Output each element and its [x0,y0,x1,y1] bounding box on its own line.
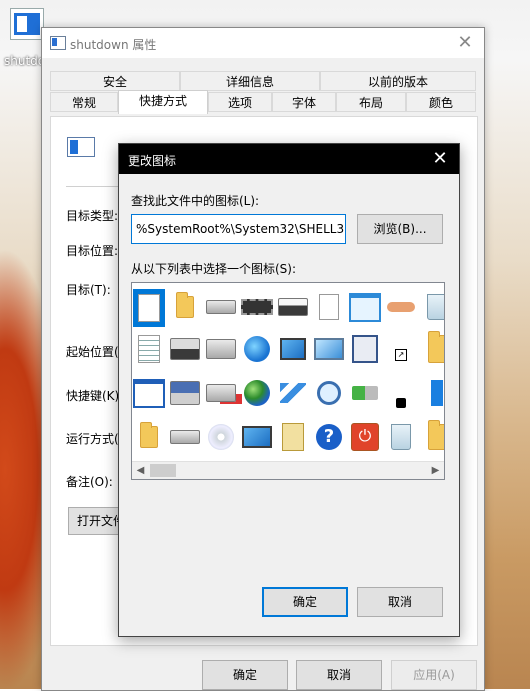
separator [66,186,126,187]
folder-icon[interactable] [133,421,165,453]
disk-drive-icon[interactable] [205,291,237,323]
target-type-label: 目标类型: [66,209,119,223]
tab-general[interactable]: 常规 [50,92,118,112]
desktop-shortcut-label: shutdo [4,54,46,68]
close-icon[interactable]: ✕ [454,32,476,54]
window-icon[interactable] [133,377,165,409]
network-globe-icon[interactable] [277,333,309,365]
keyboard-page-icon[interactable] [277,421,309,453]
folder-key-icon[interactable] [421,420,444,453]
shortcut-window-icon [10,8,44,40]
shortcut-icon [67,137,95,157]
window-settings-icon[interactable] [349,291,381,323]
icon-list[interactable]: ↗ ? ⏻ ◀ ▶ [131,282,445,480]
tab-layout[interactable]: 布局 [336,92,406,112]
shortcut-overlay-icon[interactable]: ↗ [385,339,417,371]
scroll-left-icon[interactable]: ◀ [132,462,149,479]
hand-share-icon[interactable] [385,291,417,323]
window-app-icon [50,36,66,50]
cd-drive-icon[interactable] [205,421,237,453]
close-icon[interactable]: ✕ [429,147,451,171]
blank-document-icon[interactable] [133,289,165,327]
icon-file-path-input[interactable]: %SystemRoot%\System32\SHELL32.dll [131,214,346,244]
apply-button[interactable]: 应用(A) [391,660,477,690]
media-player-icon[interactable] [349,333,381,365]
tab-colors[interactable]: 颜色 [406,92,476,112]
tab-shortcut[interactable]: 快捷方式 [118,90,208,114]
scroll-right-icon[interactable]: ▶ [427,462,444,479]
network-drive-icon[interactable] [205,333,237,365]
camera-overlay-icon[interactable] [385,387,417,419]
tab-details[interactable]: 详细信息 [180,71,320,91]
horizontal-scrollbar[interactable]: ◀ ▶ [132,461,444,479]
target-location-label: 目标位置: [66,244,119,258]
printer-drive-icon[interactable] [277,291,309,323]
browse-button[interactable]: 浏览(B)... [357,214,443,244]
change-icon-dialog: 更改图标 ✕ 查找此文件中的图标(L): %SystemRoot%\System… [118,143,460,637]
floppy-computer-icon[interactable] [169,377,201,409]
recycle-full-icon[interactable] [421,291,444,323]
comment-label: 备注(O): [66,475,113,489]
network-drive-disconnected-icon[interactable] [205,377,237,409]
recycle-bin-icon[interactable] [385,421,417,453]
tab-previous-versions[interactable]: 以前的版本 [320,71,476,91]
search-magnifier-icon[interactable] [313,377,345,409]
hard-drive-icon[interactable] [169,421,201,453]
help-question-icon[interactable]: ? [313,421,345,453]
window-title: shutdown 属性 [70,38,157,52]
monitor-icon[interactable] [241,421,273,453]
text-document-icon[interactable] [133,333,165,365]
tab-options[interactable]: 选项 [208,92,272,112]
folder-icon[interactable] [169,291,201,323]
tab-font[interactable]: 字体 [272,92,336,112]
look-for-label: 查找此文件中的图标(L): [131,194,260,208]
internet-explorer-icon[interactable] [241,333,273,365]
dialog-cancel-button[interactable]: 取消 [357,587,443,617]
dialog-ok-button[interactable]: 确定 [262,587,348,617]
control-panel-icon[interactable] [313,333,345,365]
blue-book-icon[interactable] [421,377,444,409]
cancel-button[interactable]: 取消 [296,660,382,690]
tab-security[interactable]: 安全 [50,71,180,91]
dialog-titlebar[interactable]: 更改图标 ✕ [119,144,459,174]
mouse-globe-icon[interactable] [241,377,273,409]
ok-button[interactable]: 确定 [202,660,288,690]
power-icon[interactable]: ⏻ [349,421,381,453]
memory-chip-icon[interactable] [241,291,273,323]
target-label: 目标(T): [66,283,111,297]
folder-lock-icon[interactable] [421,331,444,365]
network-connections-icon[interactable] [277,377,309,409]
shortcut-key-label: 快捷键(K): [66,389,124,403]
properties-titlebar[interactable]: shutdown 属性 ✕ [42,28,484,58]
server-computer-icon[interactable] [169,333,201,365]
dialog-title: 更改图标 [128,154,177,168]
scroll-thumb[interactable] [150,464,176,477]
clock-document-icon[interactable] [313,291,345,323]
select-icon-label: 从以下列表中选择一个图标(S): [131,262,297,276]
usb-arrow-icon[interactable] [349,377,381,409]
